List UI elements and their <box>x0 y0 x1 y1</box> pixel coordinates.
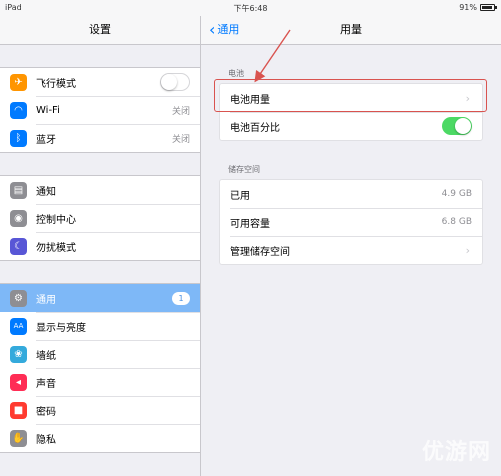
sidebar-item-label: 飞行模式 <box>36 78 76 90</box>
lock-icon: ■ <box>10 401 27 419</box>
sidebar-item-lock[interactable]: ■ 密码 <box>0 396 200 424</box>
wifi-icon: ◠ <box>10 101 27 119</box>
back-button[interactable]: ‹ 通用 <box>209 16 239 44</box>
watermark-logo: 优游网 <box>421 440 491 465</box>
used-value: 4.9 GB <box>441 189 472 199</box>
sidebar-item-detail: 关闭 <box>171 134 190 145</box>
airplane-mode-toggle[interactable] <box>160 73 190 91</box>
battery-indicator: 91% <box>459 3 497 12</box>
battery-icon <box>480 4 497 11</box>
sidebar-item-airplane[interactable]: ✈ 飞行模式 <box>0 68 200 96</box>
wallpaper-icon: ❀ <box>10 345 27 363</box>
sidebar-item-label: 密码 <box>36 406 56 418</box>
sidebar-item-wifi[interactable]: ◠ Wi-Fi 关闭 <box>0 96 200 124</box>
storage-group: 已用 4.9 GB 可用容量 6.8 GB 管理储存空间 › <box>219 179 483 265</box>
sidebar-item-label: 通知 <box>36 186 56 198</box>
page-title: 用量 <box>340 23 362 36</box>
control-center-icon: ◉ <box>10 209 27 227</box>
sidebar-item-label: 蓝牙 <box>36 134 56 146</box>
sidebar-item-sound[interactable]: ◂ 声音 <box>0 368 200 396</box>
sidebar-item-label: 墙纸 <box>36 350 56 362</box>
sidebar-item-label: 声音 <box>36 378 56 390</box>
display-icon: AA <box>10 317 27 335</box>
used-row: 已用 4.9 GB <box>220 180 482 208</box>
sidebar-item-control-center[interactable]: ◉ 控制中心 <box>0 204 200 232</box>
system-group: ▤ 通知 ◉ 控制中心 ☾ 勿扰模式 <box>0 175 200 261</box>
available-label: 可用容量 <box>230 218 270 230</box>
bluetooth-icon: ᛒ <box>10 129 27 147</box>
settings-sidebar: 设置 ✈ 飞行模式 ◠ Wi-Fi 关闭 ᛒ 蓝牙 关闭 ▤ 通知 ◉ 控制中心 ☾ 勿扰模式 ⚙ 通用 1… <box>0 16 201 476</box>
battery-percent-toggle[interactable] <box>442 117 472 135</box>
detail-nav-bar: ‹ 通用 用量 <box>201 16 501 45</box>
connectivity-group: ✈ 飞行模式 ◠ Wi-Fi 关闭 ᛒ 蓝牙 关闭 <box>0 67 200 153</box>
sidebar-item-label: Wi-Fi <box>36 104 60 116</box>
manage-storage-row[interactable]: 管理储存空间 › <box>220 236 482 264</box>
sidebar-item-label: 显示与亮度 <box>36 322 86 334</box>
sidebar-item-bluetooth[interactable]: ᛒ 蓝牙 关闭 <box>0 124 200 152</box>
manage-storage-label: 管理储存空间 <box>230 246 290 258</box>
gear-icon: ⚙ <box>10 289 27 307</box>
battery-percent: 91% <box>459 3 477 12</box>
sidebar-item-gear[interactable]: ⚙ 通用 1 <box>0 284 200 312</box>
update-badge: 1 <box>172 291 190 305</box>
sidebar-item-notifications[interactable]: ▤ 通知 <box>0 176 200 204</box>
general-group: ⚙ 通用 1 AA 显示与亮度 ❀ 墙纸 ◂ 声音 ■ 密码 ✋ 隐私 <box>0 283 200 453</box>
back-label: 通用 <box>217 23 240 36</box>
airplane-icon: ✈ <box>10 73 27 91</box>
sidebar-item-detail: 关闭 <box>171 106 190 117</box>
sidebar-title: 设置 <box>0 16 200 45</box>
battery-section-title: 电池 <box>228 69 244 78</box>
battery-percent-label: 电池百分比 <box>230 122 280 134</box>
sidebar-item-label: 隐私 <box>36 434 56 446</box>
sidebar-item-wallpaper[interactable]: ❀ 墙纸 <box>0 340 200 368</box>
moon-icon: ☾ <box>10 237 27 255</box>
annotation-highlight-box <box>214 79 487 112</box>
available-row: 可用容量 6.8 GB <box>220 208 482 236</box>
status-time: 下午6:48 <box>233 4 268 13</box>
battery-percent-row: 电池百分比 <box>220 112 482 140</box>
hand-icon: ✋ <box>10 429 27 447</box>
sound-icon: ◂ <box>10 373 27 391</box>
sidebar-item-label: 控制中心 <box>36 214 76 226</box>
sidebar-item-label: 勿扰模式 <box>36 242 76 254</box>
sidebar-item-moon[interactable]: ☾ 勿扰模式 <box>0 232 200 260</box>
used-label: 已用 <box>230 190 250 202</box>
status-bar: iPad 下午6:48 91% <box>0 0 501 16</box>
sidebar-item-hand[interactable]: ✋ 隐私 <box>0 424 200 452</box>
storage-section-title: 储存空间 <box>228 165 260 174</box>
chevron-right-icon: › <box>465 243 470 257</box>
chevron-left-icon: ‹ <box>209 20 216 39</box>
sidebar-item-label: 通用 <box>36 294 56 306</box>
available-value: 6.8 GB <box>441 217 472 227</box>
sidebar-item-display[interactable]: AA 显示与亮度 <box>0 312 200 340</box>
notifications-icon: ▤ <box>10 181 27 199</box>
